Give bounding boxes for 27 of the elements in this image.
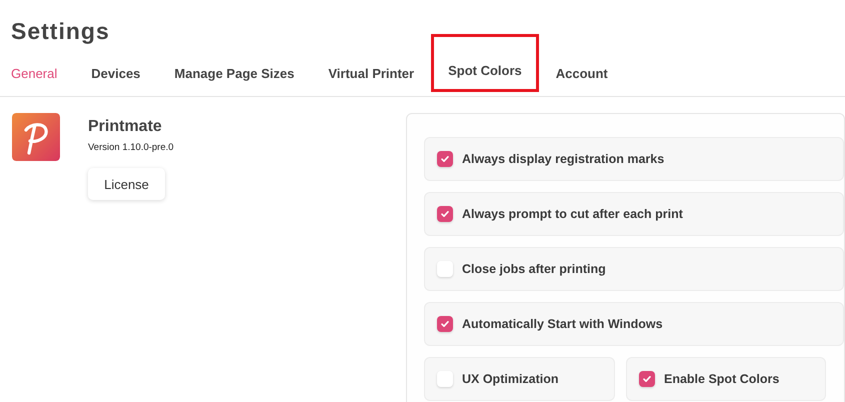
tab[interactable]: Manage Page Sizes [157, 62, 312, 84]
tab[interactable]: Devices [74, 62, 158, 84]
checkbox[interactable] [437, 206, 453, 222]
check-icon [642, 374, 652, 384]
page-title: Settings [10, 17, 111, 46]
option-label: Always prompt to cut after each print [462, 207, 683, 221]
check-icon [440, 319, 450, 329]
app-logo [12, 113, 60, 161]
option-label: Enable Spot Colors [664, 372, 780, 386]
app-name: Printmate [88, 118, 163, 136]
tab[interactable]: Virtual Printer [311, 62, 432, 84]
option-label: Always display registration marks [462, 152, 664, 166]
option-label: UX Optimization [462, 372, 559, 386]
checkbox[interactable] [437, 371, 453, 387]
tab[interactable]: Spot Colors [431, 34, 539, 92]
option-label: Automatically Start with Windows [462, 317, 663, 331]
tab[interactable]: General [0, 62, 74, 84]
check-icon [440, 154, 450, 164]
tab[interactable]: Account [538, 62, 625, 84]
option-label: Close jobs after printing [462, 262, 606, 276]
checkbox[interactable] [639, 371, 655, 387]
check-icon [440, 209, 450, 219]
checkbox[interactable] [437, 316, 453, 332]
license-button[interactable]: License [88, 168, 165, 200]
checkbox[interactable] [437, 151, 453, 167]
checkbox[interactable] [437, 261, 453, 277]
version-text: Version 1.10.0-pre.0 [88, 142, 174, 153]
